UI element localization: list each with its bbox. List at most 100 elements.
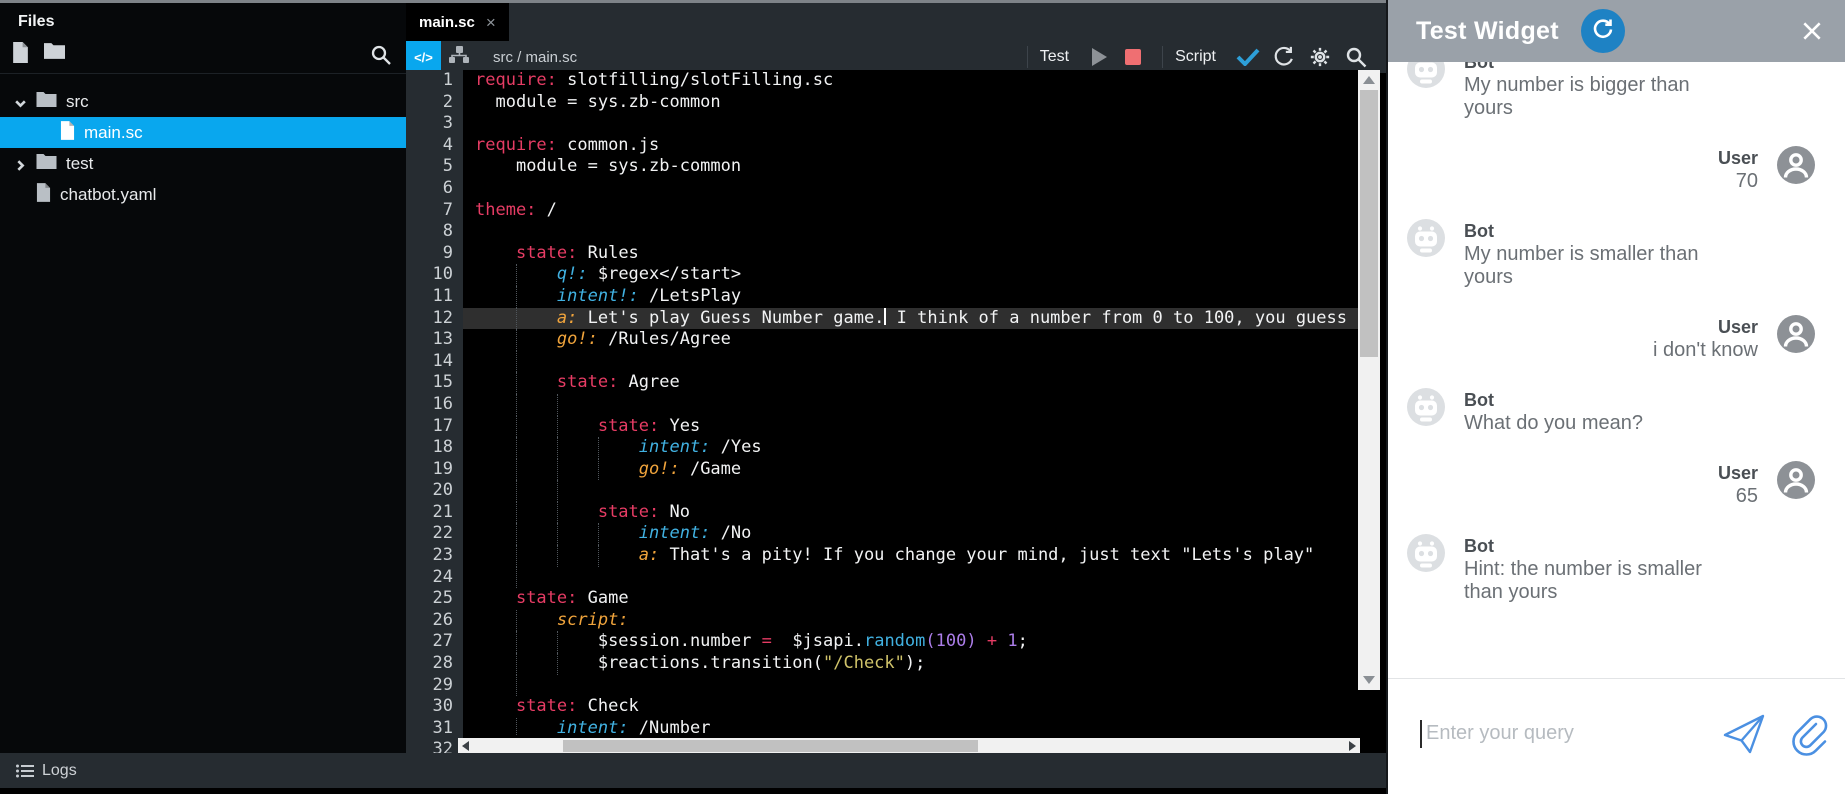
tree-item-src[interactable]: src [0,86,406,117]
indent-guide [515,285,517,308]
stop-button[interactable] [1125,49,1142,65]
line-number: 10 [432,264,453,285]
code-line-28: $reactions.transition("/Check"); [463,653,1358,675]
code-view-button[interactable]: </> [406,41,441,73]
bot-message: Bot My number is smaller than yours [1407,219,1815,289]
line-number: 2 [442,91,453,112]
chevron-right-icon[interactable] [14,157,27,177]
code-token: go!: [638,458,680,479]
line-number: 18 [432,437,453,458]
code-editor[interactable]: require: slotfilling/slotFilling.sc modu… [463,70,1358,736]
code-line-11: intent!: /LetsPlay [463,285,1358,308]
scroll-left-arrow-icon[interactable] [462,741,469,751]
refresh-button[interactable] [1580,9,1625,53]
code-token: /Game [679,458,742,479]
visual-editor-button[interactable] [441,41,477,73]
user-avatar [1777,461,1815,504]
tab-close-icon[interactable]: × [486,14,496,31]
code-token: $jsapi. [771,631,864,652]
code-token: Game [577,588,629,609]
folder-icon [36,91,57,112]
code-token: intent!: [556,285,639,306]
indent-guide [597,523,599,546]
line-number: 13 [432,329,453,350]
indent-guide [515,523,517,546]
attach-button[interactable] [1785,711,1831,757]
chat-message-list: Bot My number is bigger than yours User 70 B… [1407,62,1815,604]
bot-avatar [1407,388,1445,431]
code-token: = [761,631,772,652]
indent-guide [515,717,517,736]
tree-item-chatbot-yaml[interactable]: chatbot.yaml [0,179,406,210]
horizontal-scrollbar[interactable] [458,738,1360,754]
code-token: intent: [556,717,629,736]
message-body: User i don't know [1653,315,1758,362]
indent-guide [515,350,517,373]
files-panel: Files src main.sc test chatbot.yaml [0,3,406,753]
message-text: My number is bigger than yours [1464,74,1690,119]
bot-avatar [1407,62,1445,93]
line-number: 16 [432,393,453,414]
files-search-icon[interactable] [370,44,392,71]
code-token: 1 [1007,631,1018,652]
paperclip-icon [1792,714,1828,756]
line-number: 24 [432,566,453,587]
indent-guide [556,437,558,459]
new-folder-icon[interactable] [44,42,65,64]
editor-search-icon[interactable] [1343,44,1369,70]
code-view-icon: </> [414,49,433,65]
line-number: 21 [432,501,453,522]
line-number: 8 [442,221,453,242]
tree-item-main-sc[interactable]: main.sc [0,117,406,148]
code-token: /Yes [710,437,762,458]
code-token: "/Check" [823,653,905,674]
toolbar-divider [1162,46,1164,68]
indent-guide [515,458,517,481]
widget-close-button[interactable] [1801,20,1823,42]
play-button[interactable] [1092,48,1108,66]
chat-history: Bot My number is bigger than yours User 70 B… [1388,62,1845,678]
message-text: 70 [1735,170,1758,192]
bot-message: Bot Hint: the number is smaller than your… [1407,534,1815,604]
tab-main-sc[interactable]: main.sc × [406,3,509,41]
horizontal-scrollbar-thumb[interactable] [563,740,978,752]
line-number: 12 [432,307,453,328]
code-token: Yes [659,415,701,436]
line-number: 23 [432,545,453,566]
reload-icon[interactable] [1271,44,1297,70]
scroll-down-arrow-icon[interactable] [1363,676,1375,684]
message-text: i don't know [1653,339,1758,361]
tree-item-label: src [66,91,89,111]
gear-icon[interactable] [1307,44,1333,70]
refresh-icon [1591,17,1615,46]
vertical-scrollbar-thumb[interactable] [1360,90,1378,357]
logs-bar[interactable]: Logs [0,753,1386,788]
scroll-right-arrow-icon[interactable] [1349,741,1356,751]
message-body: User 70 [1718,146,1758,193]
tree-item-label: chatbot.yaml [60,184,157,204]
file-tree: src main.sc test chatbot.yaml [0,86,406,210]
tree-item-test[interactable]: test [0,148,406,179]
chevron-down-icon[interactable] [14,95,27,115]
vertical-scrollbar[interactable] [1358,70,1380,690]
line-number: 4 [442,134,453,155]
code-token: state: [597,415,660,436]
code-token: script: [556,609,629,630]
indent-guide [515,653,517,675]
indent-guide [556,480,558,502]
script-check-icon[interactable] [1235,44,1261,70]
code-token: Check [577,696,639,717]
visual-editor-icon [449,45,469,70]
line-number: 9 [442,242,453,263]
scroll-up-arrow-icon[interactable] [1363,76,1375,84]
message-body: Bot My number is bigger than yours [1464,62,1744,120]
query-input[interactable] [1424,721,1678,746]
send-button[interactable] [1721,711,1767,757]
new-file-icon[interactable] [12,42,29,68]
code-token: ); [904,653,926,674]
code-token: slotfilling/slotFilling.sc [556,70,834,90]
code-line-21: state: No [463,501,1358,524]
chat-input-area [1388,678,1845,788]
